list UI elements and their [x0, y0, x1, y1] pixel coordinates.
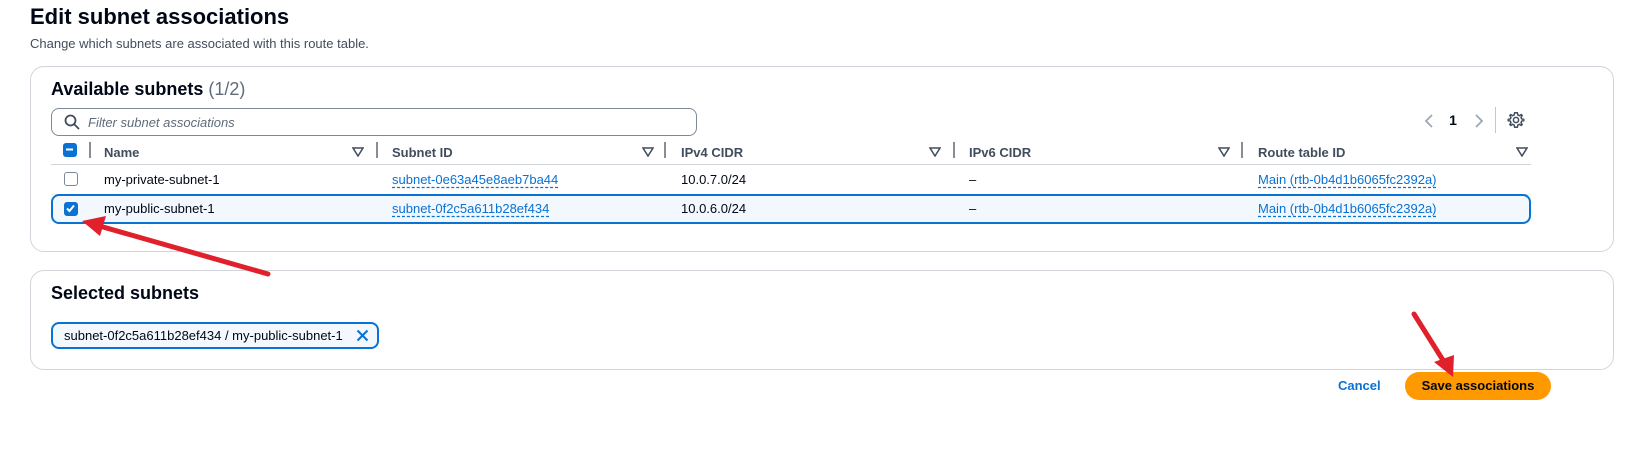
next-page-icon[interactable]	[1471, 110, 1487, 132]
indeterminate-icon	[66, 148, 73, 151]
subnet-name: my-private-subnet-1	[104, 172, 220, 187]
table-row-selected[interactable]: my-public-subnet-1 subnet-0f2c5a611b28ef…	[51, 194, 1531, 224]
checkmark-icon	[66, 204, 75, 213]
page-description: Change which subnets are associated with…	[30, 36, 369, 51]
close-icon[interactable]	[356, 329, 369, 342]
table-header: Name Subnet ID IPv4 CIDR IPv6 CIDR Route…	[51, 139, 1531, 165]
ipv6-cidr: –	[969, 201, 977, 216]
save-associations-button[interactable]: Save associations	[1405, 372, 1551, 400]
row-checkbox-checked[interactable]	[64, 202, 78, 216]
route-table-link[interactable]: Main (rtb-0b4d1b6065fc2392a)	[1258, 201, 1437, 216]
selected-subnets-panel: Selected subnets subnet-0f2c5a611b28ef43…	[30, 270, 1614, 370]
cancel-button[interactable]: Cancel	[1338, 378, 1381, 393]
column-header-subnet-id[interactable]: Subnet ID	[392, 142, 662, 162]
column-divider	[1241, 142, 1243, 158]
current-page-number[interactable]: 1	[1445, 112, 1461, 134]
available-subnets-heading: Available subnets (1/2)	[51, 79, 245, 100]
previous-page-icon[interactable]	[1421, 110, 1437, 132]
column-divider	[953, 142, 955, 158]
pager-divider	[1495, 107, 1496, 133]
column-header-route-table-id[interactable]: Route table ID	[1258, 142, 1530, 162]
page-title: Edit subnet associations	[30, 4, 290, 29]
select-all-checkbox[interactable]	[63, 143, 77, 157]
subnet-name: my-public-subnet-1	[104, 201, 215, 216]
column-divider	[664, 142, 666, 158]
filter-subnets-input[interactable]	[88, 112, 688, 132]
sort-icon[interactable]	[642, 147, 654, 157]
column-divider	[89, 142, 91, 158]
sort-icon[interactable]	[1516, 147, 1528, 157]
selected-subnet-token: subnet-0f2c5a611b28ef434 / my-public-sub…	[51, 322, 379, 349]
available-subnets-panel: Available subnets (1/2) 1 Name	[30, 66, 1614, 252]
subnet-id-link[interactable]: subnet-0f2c5a611b28ef434	[392, 201, 549, 216]
selection-count: (1/2)	[208, 79, 246, 99]
filter-subnets-field[interactable]	[51, 108, 697, 136]
selected-subnets-heading: Selected subnets	[51, 283, 200, 303]
table-row[interactable]: my-private-subnet-1 subnet-0e63a45e8aeb7…	[51, 165, 1531, 195]
gear-icon[interactable]	[1507, 111, 1525, 129]
subnet-id-link[interactable]: subnet-0e63a45e8aeb7ba44	[392, 172, 558, 187]
token-label: subnet-0f2c5a611b28ef434 / my-public-sub…	[64, 328, 343, 343]
column-header-name[interactable]: Name	[104, 142, 364, 162]
available-subnets-title: Available subnets	[51, 79, 204, 99]
row-checkbox[interactable]	[64, 172, 78, 186]
sort-icon[interactable]	[1218, 147, 1230, 157]
sort-icon[interactable]	[352, 147, 364, 157]
ipv4-cidr: 10.0.6.0/24	[681, 201, 747, 216]
ipv6-cidr: –	[969, 172, 977, 187]
sort-icon[interactable]	[929, 147, 941, 157]
column-divider	[376, 142, 378, 158]
column-header-ipv4-cidr[interactable]: IPv4 CIDR	[681, 142, 951, 162]
column-header-ipv6-cidr[interactable]: IPv6 CIDR	[969, 142, 1239, 162]
ipv4-cidr: 10.0.7.0/24	[681, 172, 747, 187]
search-icon	[64, 114, 80, 130]
route-table-link[interactable]: Main (rtb-0b4d1b6065fc2392a)	[1258, 172, 1437, 187]
